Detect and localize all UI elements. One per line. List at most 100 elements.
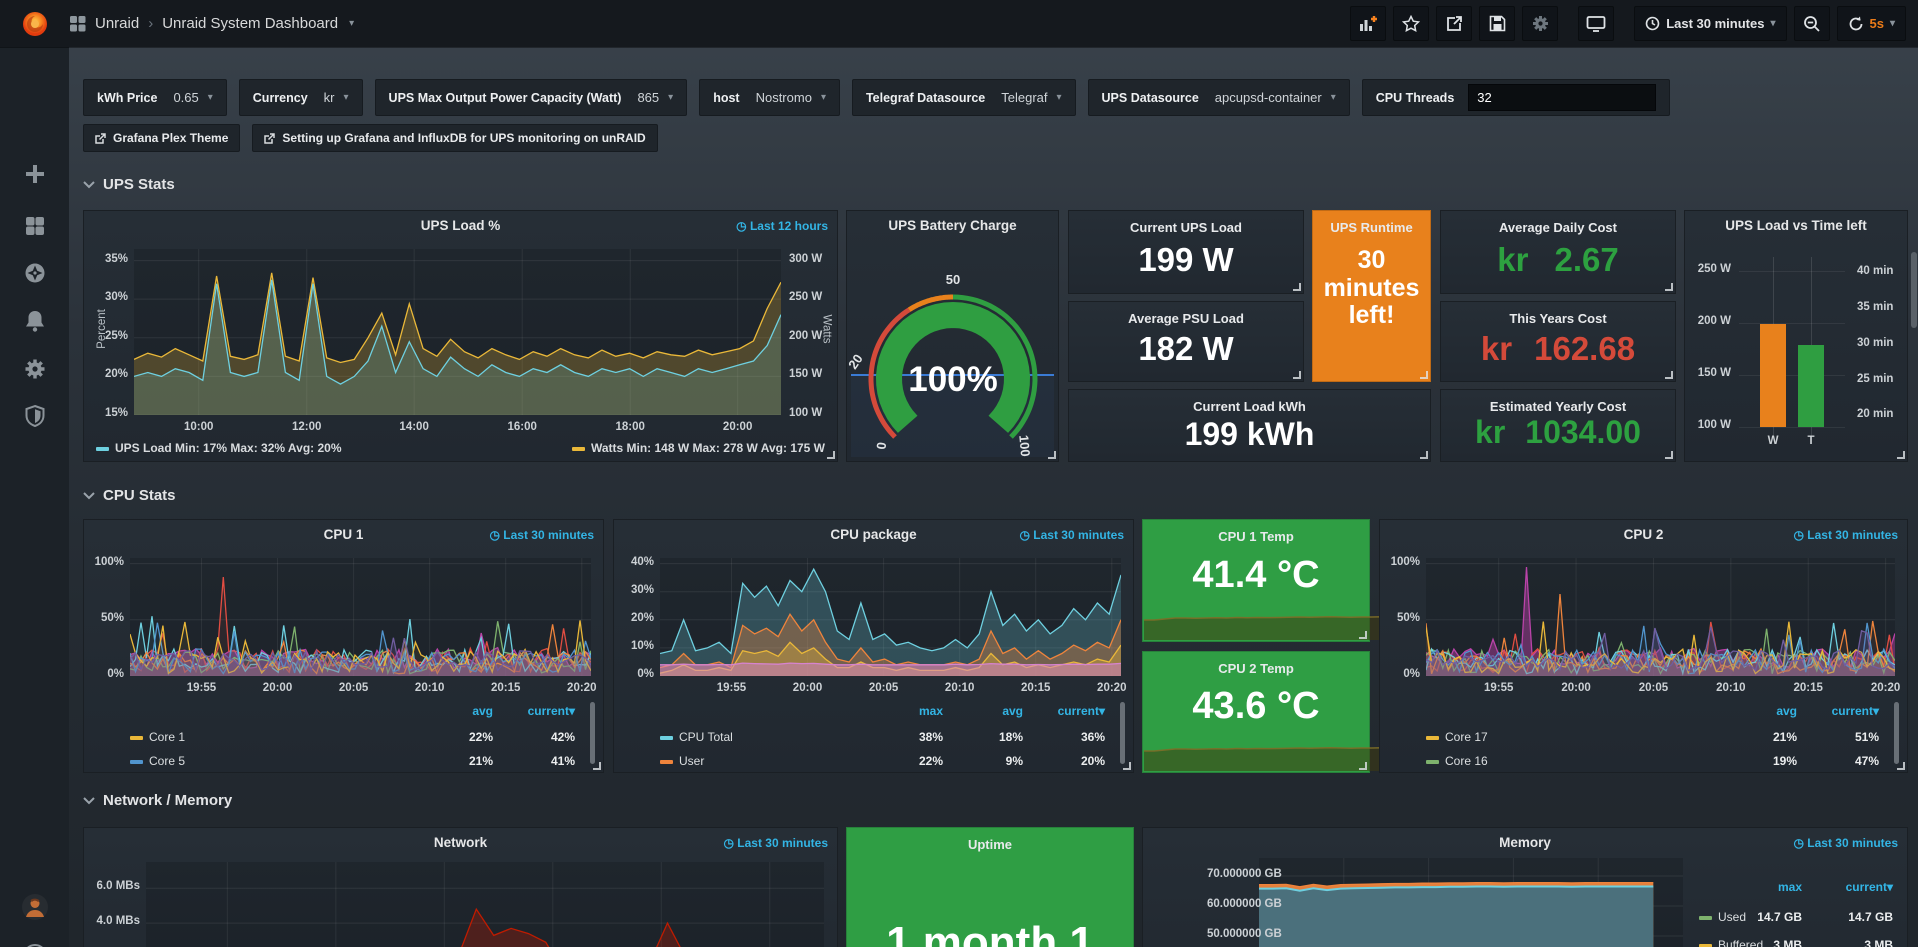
alerting-menu-item[interactable]	[24, 309, 46, 338]
stat-title[interactable]: Uptime	[847, 837, 1133, 852]
stat-title[interactable]: Average PSU Load	[1069, 311, 1303, 326]
legend-item[interactable]: UPS Load Min: 17% Max: 32% Avg: 20%	[96, 441, 342, 455]
variable-telegraf-datasource[interactable]: Telegraf DatasourceTelegraf▾	[852, 79, 1076, 116]
create-menu-item[interactable]	[23, 162, 47, 191]
x-axis-tick: 20:00	[1546, 682, 1606, 694]
add-panel-button[interactable]	[1350, 6, 1386, 41]
chart-canvas	[1426, 558, 1895, 676]
grafana-logo[interactable]	[0, 9, 69, 39]
apps-grid-icon[interactable]	[69, 15, 86, 32]
stat-title[interactable]: Current UPS Load	[1069, 220, 1303, 235]
gridline	[1739, 375, 1845, 376]
panel-title[interactable]: UPS Load vs Time left	[1685, 218, 1907, 233]
dashboard-link[interactable]: Setting up Grafana and InfluxDB for UPS …	[252, 124, 657, 152]
legend-header-avg[interactable]: avg	[1723, 704, 1797, 718]
user-avatar[interactable]	[21, 893, 49, 926]
y-axis-tick: 15%	[82, 407, 128, 419]
chart-plot[interactable]: 100%50%0%19:5520:0020:0520:1020:1520:20	[130, 558, 591, 676]
stat-title[interactable]: CPU 2 Temp	[1143, 661, 1369, 676]
legend-scrollbar[interactable]	[1120, 702, 1125, 764]
legend-row-core-1[interactable]: Core 1	[130, 730, 185, 744]
legend-value: 36%	[1031, 730, 1105, 744]
legend-header-max[interactable]: max	[869, 704, 943, 718]
variable-kwh-price[interactable]: kWh Price0.65▾	[83, 79, 227, 116]
stat-title[interactable]: UPS Runtime	[1313, 220, 1430, 235]
variable-value[interactable]: Telegraf	[1001, 90, 1047, 105]
legend-header-current[interactable]: current▾	[501, 704, 575, 718]
legend-header-current[interactable]: current▾	[1805, 704, 1879, 718]
zoom-out-button[interactable]	[1794, 6, 1830, 41]
stat-value: 199 kWh	[1069, 416, 1430, 453]
breadcrumb-page[interactable]: Unraid System Dashboard	[162, 15, 338, 32]
chart-plot[interactable]: 6.0 MBs4.0 MBs2.0 MBs	[146, 862, 824, 947]
share-button[interactable]	[1436, 6, 1472, 41]
external-link-icon	[264, 133, 275, 144]
legend-header-avg[interactable]: avg	[949, 704, 1023, 718]
legend-scrollbar[interactable]	[1894, 702, 1899, 764]
help-menu-item[interactable]: ?	[22, 943, 48, 947]
legend-row-core-16[interactable]: Core 16	[1426, 754, 1488, 768]
chart-plot[interactable]: 100%50%0%19:5520:0020:0520:1020:1520:20	[1426, 558, 1895, 676]
dashboards-menu-item[interactable]	[23, 214, 47, 243]
legend-row-cpu-total[interactable]: CPU Total	[660, 730, 733, 744]
star-button[interactable]	[1393, 6, 1429, 41]
variable-host[interactable]: hostNostromo▾	[699, 79, 840, 116]
legend-header-max[interactable]: max	[1728, 880, 1802, 894]
time-picker[interactable]: Last 30 minutes ▾	[1634, 6, 1786, 41]
legend-row-core-17[interactable]: Core 17	[1426, 730, 1488, 744]
refresh-interval-label[interactable]: 5s	[1870, 16, 1884, 31]
legend-value: 47%	[1805, 754, 1879, 768]
variable-value[interactable]: apcupsd-container	[1215, 90, 1322, 105]
cycle-view-button[interactable]	[1578, 6, 1614, 41]
chevron-down-icon: ▾	[1770, 18, 1775, 29]
variable-currency[interactable]: Currencykr▾	[239, 79, 363, 116]
row-header-network-memory[interactable]: Network / Memory	[83, 792, 232, 809]
variable-ups-max-output-power-capacity-watt-[interactable]: UPS Max Output Power Capacity (Watt)865▾	[375, 79, 688, 116]
save-button[interactable]	[1479, 6, 1515, 41]
legend-scrollbar[interactable]	[590, 702, 595, 764]
variable-ups-datasource[interactable]: UPS Datasourceapcupsd-container▾	[1088, 79, 1350, 116]
breadcrumb-app[interactable]: Unraid	[95, 15, 139, 32]
chevron-down-icon: ▾	[1890, 18, 1895, 29]
gauge-scale-label: 20	[847, 351, 866, 371]
row-header-cpu-stats[interactable]: CPU Stats	[83, 487, 176, 504]
configuration-menu-item[interactable]	[23, 357, 47, 386]
variable-value[interactable]: 0.65	[173, 90, 198, 105]
panel-title[interactable]: Memory	[1143, 835, 1907, 850]
panel-title[interactable]: UPS Battery Charge	[847, 218, 1058, 233]
dashboard-link[interactable]: Grafana Plex Theme	[83, 124, 240, 152]
stat-title[interactable]: This Years Cost	[1441, 311, 1675, 326]
legend-header-current[interactable]: current▾	[1819, 880, 1893, 894]
row-header-ups-stats[interactable]: UPS Stats	[83, 176, 175, 193]
chart-plot[interactable]: 35%30%25%20%15%300 W250 W200 W150 W100 W…	[134, 249, 781, 415]
legend-item[interactable]: Watts Min: 148 W Max: 278 W Avg: 175 W	[572, 441, 825, 455]
clock-icon: ◷	[1019, 528, 1033, 542]
stat-title[interactable]: Estimated Yearly Cost	[1441, 399, 1675, 414]
stat-title[interactable]: Current Load kWh	[1069, 399, 1430, 414]
page-scrollbar[interactable]	[1911, 252, 1917, 328]
panel-cpu-2-temp: CPU 2 Temp 43.6 °C	[1142, 651, 1370, 773]
explore-menu-item[interactable]	[23, 261, 47, 290]
stat-title[interactable]: Average Daily Cost	[1441, 220, 1675, 235]
refresh-button[interactable]: 5s ▾	[1837, 6, 1907, 41]
legend-header-avg[interactable]: avg	[419, 704, 493, 718]
server-admin-menu-item[interactable]	[24, 404, 46, 433]
top-navbar: Unraid › Unraid System Dashboard ▾	[0, 0, 1918, 47]
legend-header-current[interactable]: current▾	[1031, 704, 1105, 718]
stat-title[interactable]: CPU 1 Temp	[1143, 529, 1369, 544]
legend-value: 3 MB	[1819, 938, 1893, 947]
chevron-down-icon[interactable]: ▾	[349, 18, 354, 29]
legend-value: 51%	[1805, 730, 1879, 744]
variable-value[interactable]: 865	[637, 90, 659, 105]
legend-row-core-5[interactable]: Core 5	[130, 754, 185, 768]
variable-value[interactable]: kr	[324, 90, 335, 105]
chart-plot[interactable]: 70.000000 GB60.000000 GB50.000000 GB	[1259, 858, 1683, 947]
legend-row-user[interactable]: User	[660, 754, 704, 768]
x-axis-tick: 20:20	[1082, 682, 1142, 694]
variable-value[interactable]: Nostromo	[756, 90, 812, 105]
dashboard-settings-button[interactable]	[1522, 6, 1558, 41]
variable-input[interactable]	[1468, 84, 1656, 111]
panel-title[interactable]: UPS Load %	[84, 218, 837, 233]
variable-cpu-threads[interactable]: CPU Threads	[1362, 79, 1671, 116]
chart-plot[interactable]: 40%30%20%10%0%19:5520:0020:0520:1020:152…	[660, 558, 1121, 676]
